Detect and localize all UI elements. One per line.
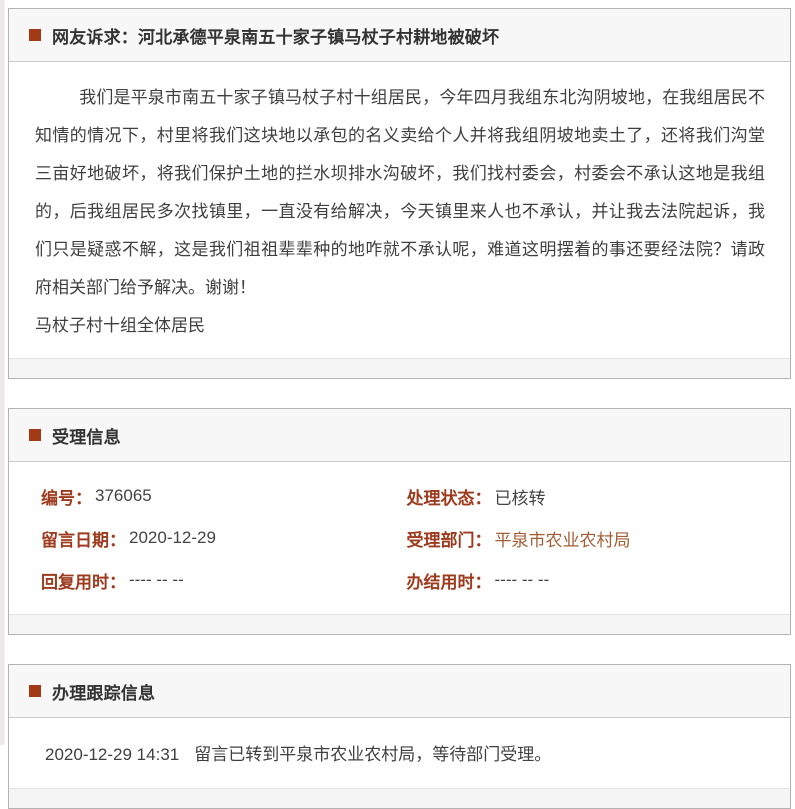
field-message-date-label: 留言日期： — [41, 530, 126, 550]
field-number-value: 376065 — [95, 486, 152, 505]
field-status-label: 处理状态： — [406, 488, 492, 508]
field-number: 编号： 376065 — [41, 475, 407, 517]
complaint-body: 我们是平泉市南五十家子镇马杖子村十组居民，今年四月我组东北沟阴坡地，在我组居民不… — [9, 62, 790, 358]
tracking-message: 留言已转到平泉市农业农村局，等待部门受理。 — [194, 745, 552, 764]
complaint-section: 网友诉求：河北承德平泉南五十家子镇马杖子村耕地被破坏 我们是平泉市南五十家子镇马… — [8, 8, 791, 379]
field-completion-time: 办结用时： ---- -- -- — [407, 559, 791, 601]
complaint-section-header: 网友诉求：河北承德平泉南五十家子镇马杖子村耕地被破坏 — [9, 9, 790, 62]
tracking-section-footer — [9, 788, 790, 808]
complaint-title: 网友诉求：河北承德平泉南五十家子镇马杖子村耕地被破坏 — [52, 27, 500, 47]
tracking-section: 办理跟踪信息 2020-12-29 14:31 留言已转到平泉市农业农村局，等待部… — [8, 664, 791, 809]
section-bullet-icon — [29, 29, 41, 41]
field-reply-time-label: 回复用时： — [41, 572, 126, 592]
acceptance-section-header: 受理信息 — [9, 409, 790, 462]
field-message-date: 留言日期： 2020-12-29 — [41, 517, 407, 559]
section-bullet-icon — [29, 429, 41, 441]
tracking-timestamp: 2020-12-29 14:31 — [45, 745, 180, 764]
field-reply-time-value: ---- -- -- — [129, 570, 184, 589]
section-bullet-icon — [29, 685, 41, 697]
field-department-label: 受理部门： — [406, 530, 492, 550]
complaint-text-main: 我们是平泉市南五十家子镇马杖子村十组居民，今年四月我组东北沟阴坡地，在我组居民不… — [35, 88, 765, 297]
field-status-value: 已核转 — [494, 488, 546, 508]
field-status: 处理状态： 已核转 — [407, 475, 791, 517]
field-completion-time-value: ---- -- -- — [494, 570, 550, 589]
field-reply-time: 回复用时： ---- -- -- — [41, 559, 407, 601]
complaint-section-footer — [9, 358, 790, 378]
field-department-value: 平泉市农业农村局 — [494, 530, 631, 550]
acceptance-fields: 编号： 376065 处理状态： 已核转 留言日期： 2020-12-29 受理… — [9, 462, 790, 614]
field-message-date-value: 2020-12-29 — [129, 528, 216, 547]
acceptance-section: 受理信息 编号： 376065 处理状态： 已核转 留言日期： 2020-12-… — [8, 408, 791, 635]
acceptance-section-footer — [9, 614, 790, 634]
field-completion-time-label: 办结用时： — [406, 572, 492, 592]
tracking-body: 2020-12-29 14:31 留言已转到平泉市农业农村局，等待部门受理。 — [9, 718, 790, 788]
acceptance-title: 受理信息 — [52, 427, 121, 447]
field-department: 受理部门： 平泉市农业农村局 — [407, 517, 791, 559]
complaint-signature: 马杖子村十组全体居民 — [35, 316, 205, 335]
tracking-section-header: 办理跟踪信息 — [9, 665, 790, 718]
field-number-label: 编号： — [41, 488, 92, 508]
complaint-text: 我们是平泉市南五十家子镇马杖子村十组居民，今年四月我组东北沟阴坡地，在我组居民不… — [35, 79, 765, 345]
page-left-edge — [0, 0, 5, 745]
content-area: 网友诉求：河北承德平泉南五十家子镇马杖子村耕地被破坏 我们是平泉市南五十家子镇马… — [8, 8, 791, 809]
tracking-title: 办理跟踪信息 — [52, 683, 156, 703]
